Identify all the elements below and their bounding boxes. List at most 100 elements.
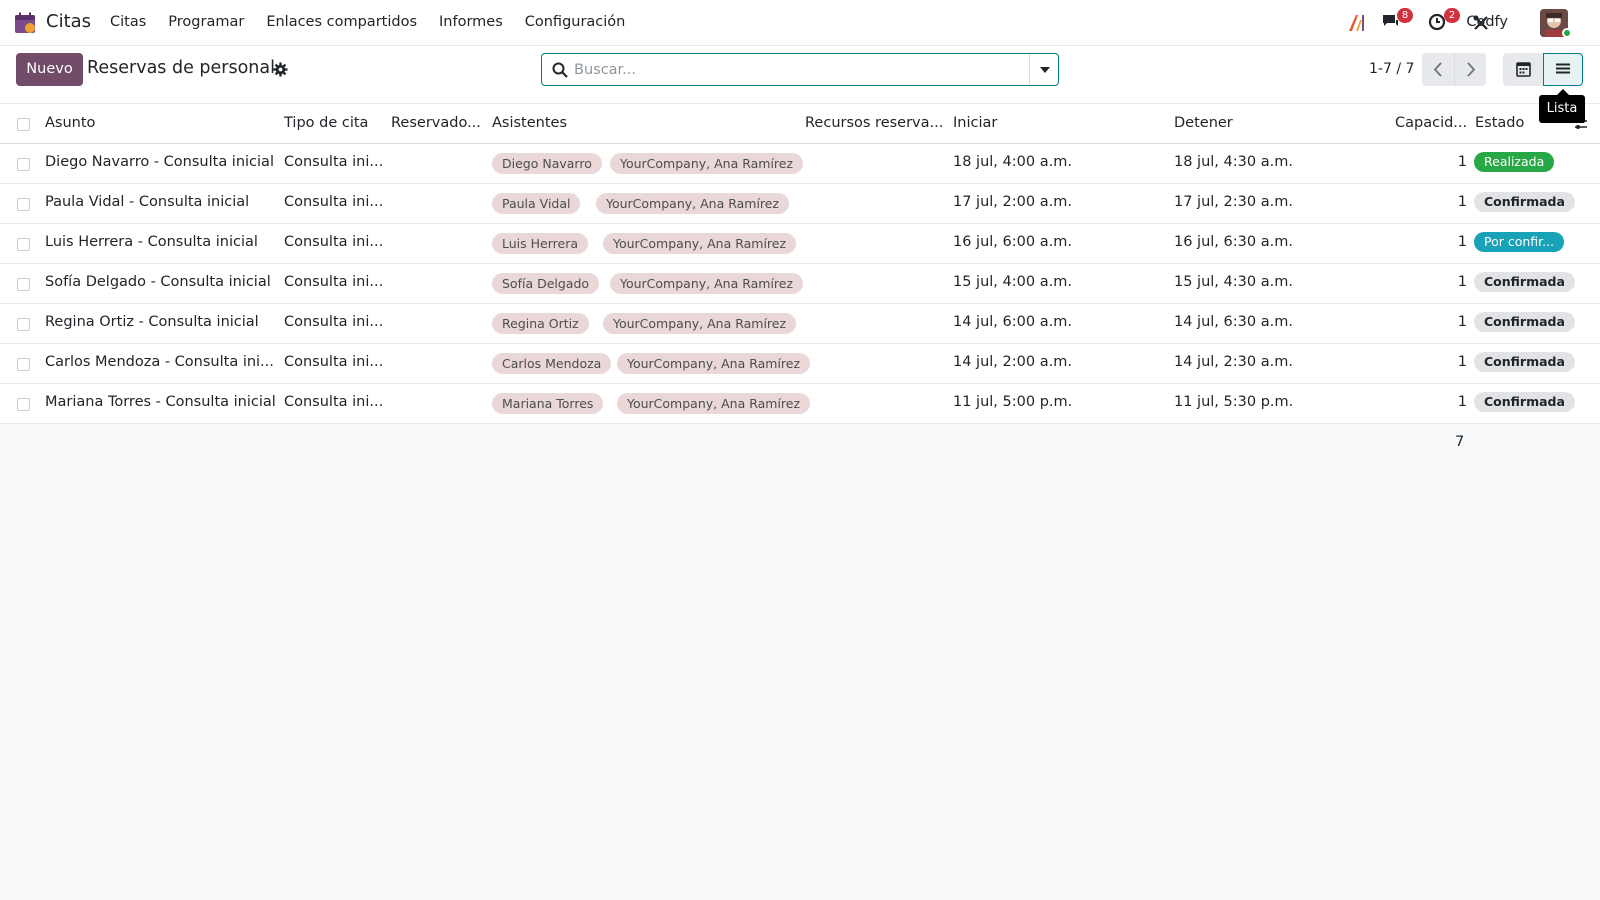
cell-detener: 17 jul, 2:30 a.m. — [1174, 194, 1293, 210]
new-button[interactable]: Nuevo — [16, 53, 83, 86]
cell-tipo-cita: Consulta ini... — [284, 314, 384, 330]
cell-asunto: Luis Herrera - Consulta inicial — [45, 234, 258, 250]
table-row[interactable]: Diego Navarro - Consulta inicial Consulta… — [0, 144, 1600, 184]
row-checkbox[interactable] — [17, 238, 30, 251]
cell-asunto: Regina Ortiz - Consulta inicial — [45, 314, 259, 330]
cell-tipo-cita: Consulta ini... — [284, 354, 384, 370]
list-view-tooltip: Lista — [1539, 95, 1585, 123]
status-badge: Confirmada — [1474, 312, 1575, 332]
control-panel: Nuevo Reservas de personal 1-7 / 7 — [0, 46, 1600, 104]
menu-item-configuracion[interactable]: Configuración — [525, 14, 626, 30]
cell-capacidad: 1 — [1457, 194, 1467, 210]
cell-detener: 18 jul, 4:30 a.m. — [1174, 154, 1293, 170]
cell-iniciar: 11 jul, 5:00 p.m. — [953, 394, 1073, 410]
search-options-toggle[interactable] — [1029, 54, 1058, 85]
column-header-asunto[interactable]: Asunto — [45, 115, 95, 131]
online-status-dot — [1562, 28, 1572, 38]
cell-capacidad: 1 — [1457, 154, 1467, 170]
row-checkbox[interactable] — [17, 358, 30, 371]
attendee-tag: YourCompany, Ana Ramírez — [610, 273, 804, 294]
list-view-button[interactable] — [1543, 53, 1583, 86]
cell-tipo-cita: Consulta ini... — [284, 274, 384, 290]
cell-iniciar: 16 jul, 6:00 a.m. — [953, 234, 1072, 250]
search-bar — [541, 53, 1059, 86]
calendar-icon — [1516, 62, 1531, 77]
cell-asunto: Mariana Torres - Consulta inicial — [45, 394, 276, 410]
column-header-estado[interactable]: Estado — [1475, 115, 1524, 131]
column-header-tipo-cita[interactable]: Tipo de cita — [284, 115, 368, 131]
column-header-iniciar[interactable]: Iniciar — [953, 115, 997, 131]
messages-button[interactable]: 8 — [1381, 8, 1413, 34]
cell-detener: 16 jul, 6:30 a.m. — [1174, 234, 1293, 250]
cell-tipo-cita: Consulta ini... — [284, 154, 384, 170]
pager-previous-button[interactable] — [1422, 53, 1454, 86]
attendee-tag: Carlos Mendoza — [492, 353, 612, 374]
top-navbar: Citas Citas Programar Enlaces compartido… — [0, 0, 1600, 46]
gear-icon[interactable] — [273, 62, 288, 77]
activities-button[interactable]: 2 — [1428, 8, 1460, 34]
table-row[interactable]: Regina Ortiz - Consulta inicial Consulta … — [0, 304, 1600, 344]
table-row[interactable]: Carlos Mendoza - Consulta ini... Consulta… — [0, 344, 1600, 384]
attendee-tag: YourCompany, Ana Ramírez — [617, 353, 811, 374]
page-title: Reservas de personal — [87, 58, 275, 78]
attendee-tag: YourCompany, Ana Ramírez — [610, 153, 804, 174]
attendee-tag: Sofía Delgado — [492, 273, 600, 294]
attendee-tag: Mariana Torres — [492, 393, 604, 414]
status-badge: Confirmada — [1474, 192, 1575, 212]
attendee-tag: Diego Navarro — [492, 153, 602, 174]
cell-iniciar: 15 jul, 4:00 a.m. — [953, 274, 1072, 290]
search-icon — [552, 62, 568, 78]
column-header-reservado[interactable]: Reservado... — [391, 115, 481, 131]
cell-capacidad: 1 — [1457, 274, 1467, 290]
capacity-total: 7 — [1455, 434, 1465, 450]
table-row[interactable]: Luis Herrera - Consulta inicial Consulta … — [0, 224, 1600, 264]
column-header-recursos[interactable]: Recursos reserva... — [805, 115, 943, 131]
cell-asunto: Carlos Mendoza - Consulta ini... — [45, 354, 274, 370]
cell-asunto: Paula Vidal - Consulta inicial — [45, 194, 250, 210]
status-badge: Confirmada — [1474, 392, 1575, 412]
table-row[interactable]: Paula Vidal - Consulta inicial Consulta i… — [0, 184, 1600, 224]
attendee-tag: Paula Vidal — [492, 193, 581, 214]
cell-detener: 11 jul, 5:30 p.m. — [1174, 394, 1294, 410]
status-badge: Realizada — [1474, 152, 1555, 172]
column-header-capacidad[interactable]: Capacid... — [1395, 115, 1467, 131]
calendar-app-icon[interactable] — [14, 12, 36, 34]
cell-iniciar: 14 jul, 6:00 a.m. — [953, 314, 1072, 330]
attendee-tag: YourCompany, Ana Ramírez — [603, 313, 797, 334]
messages-badge: 8 — [1397, 8, 1413, 23]
row-checkbox[interactable] — [17, 318, 30, 331]
select-all-checkbox[interactable] — [17, 118, 30, 131]
chevron-right-icon — [1467, 62, 1476, 77]
menu-item-citas[interactable]: Citas — [110, 14, 146, 30]
calendar-view-button[interactable] — [1503, 53, 1543, 86]
app-name[interactable]: Citas — [46, 11, 91, 32]
caret-down-icon — [1040, 67, 1050, 73]
table-row[interactable]: Sofía Delgado - Consulta inicial Consulta… — [0, 264, 1600, 304]
row-checkbox[interactable] — [17, 278, 30, 291]
cell-capacidad: 1 — [1457, 354, 1467, 370]
table-row[interactable]: Mariana Torres - Consulta inicial Consult… — [0, 384, 1600, 424]
search-input[interactable] — [574, 55, 1014, 84]
row-checkbox[interactable] — [17, 398, 30, 411]
list-table: Asunto Tipo de cita Reservado... Asisten… — [0, 104, 1600, 424]
cell-tipo-cita: Consulta ini... — [284, 234, 384, 250]
pager-next-button[interactable] — [1454, 53, 1486, 86]
cell-detener: 14 jul, 2:30 a.m. — [1174, 354, 1293, 370]
pager-value[interactable]: 1-7 / 7 — [1369, 61, 1414, 77]
menu-item-programar[interactable]: Programar — [168, 14, 244, 30]
menu-item-informes[interactable]: Informes — [439, 14, 503, 30]
status-badge: Por confir... — [1474, 232, 1565, 252]
chevron-left-icon — [1433, 62, 1442, 77]
status-badge: Confirmada — [1474, 352, 1575, 372]
cell-detener: 14 jul, 6:30 a.m. — [1174, 314, 1293, 330]
column-header-detener[interactable]: Detener — [1174, 115, 1233, 131]
main-menu: Citas Programar Enlaces compartidos Info… — [110, 14, 647, 30]
menu-item-enlaces[interactable]: Enlaces compartidos — [266, 14, 417, 30]
company-name[interactable]: Codfy — [1466, 14, 1508, 30]
attendee-tag: Luis Herrera — [492, 233, 588, 254]
row-checkbox[interactable] — [17, 198, 30, 211]
column-header-asistentes[interactable]: Asistentes — [492, 115, 567, 131]
brand-logo-icon[interactable] — [1347, 12, 1367, 34]
row-checkbox[interactable] — [17, 158, 30, 171]
attendee-tag: YourCompany, Ana Ramírez — [603, 233, 797, 254]
